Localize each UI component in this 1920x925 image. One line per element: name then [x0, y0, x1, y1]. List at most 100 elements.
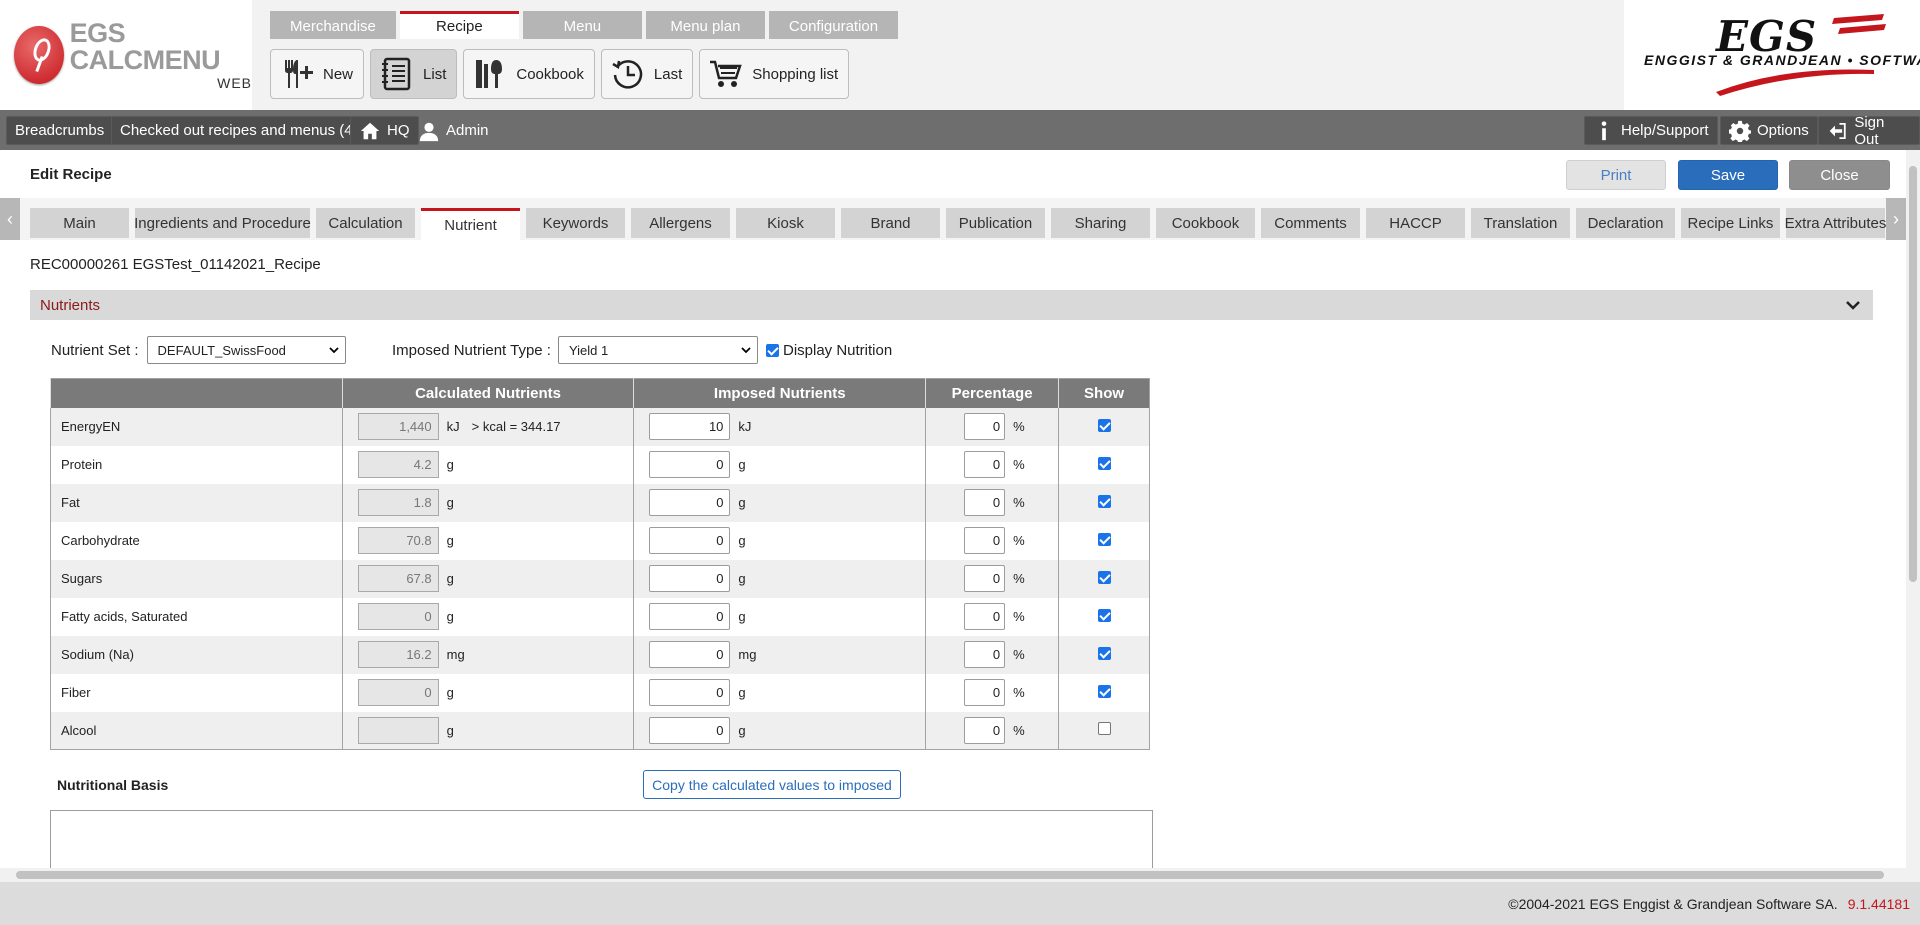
percentage-input[interactable]: 0: [964, 451, 1006, 478]
new-button[interactable]: New: [270, 49, 365, 99]
imposed-value-input[interactable]: 10: [649, 413, 731, 440]
percentage-unit: %: [1013, 647, 1025, 662]
close-button[interactable]: Close: [1789, 160, 1890, 190]
tab-brand[interactable]: Brand: [841, 208, 940, 238]
logo-sub-text: WEB: [217, 75, 252, 91]
tab-main[interactable]: Main: [30, 208, 129, 238]
nutrient-name: EnergyEN: [61, 419, 121, 434]
tab-declaration[interactable]: Declaration: [1576, 208, 1675, 238]
show-checkbox[interactable]: [1097, 532, 1111, 546]
show-checkbox[interactable]: [1097, 456, 1111, 470]
tab-translation[interactable]: Translation: [1471, 208, 1570, 238]
tab-nutrient[interactable]: Nutrient: [421, 208, 520, 240]
tab-kiosk[interactable]: Kiosk: [736, 208, 835, 238]
tab-sharing[interactable]: Sharing: [1051, 208, 1150, 238]
tab-comments[interactable]: Comments: [1261, 208, 1360, 238]
imposed-cell: 0g: [633, 445, 926, 484]
imposed-value-input[interactable]: 0: [649, 527, 731, 554]
tab-merchandise[interactable]: Merchandise: [270, 11, 396, 39]
tab-keywords[interactable]: Keywords: [526, 208, 625, 238]
options-button[interactable]: Options: [1720, 116, 1818, 145]
show-checkbox[interactable]: [1097, 570, 1111, 584]
percentage-input[interactable]: 0: [964, 603, 1006, 630]
horizontal-scroll-thumb[interactable]: [16, 871, 1884, 879]
tabs-scroll-left-icon[interactable]: ‹: [0, 198, 20, 240]
sign-out-button[interactable]: Sign Out: [1818, 114, 1920, 148]
imposed-value-input[interactable]: 0: [649, 565, 731, 592]
show-checkbox[interactable]: [1097, 494, 1111, 508]
percentage-unit: %: [1013, 419, 1025, 434]
imposed-unit: g: [738, 571, 746, 586]
nutrient-name-cell: Sugars: [50, 559, 343, 598]
cookbook-button[interactable]: Cookbook: [463, 49, 595, 99]
imposed-value-input[interactable]: 0: [649, 489, 731, 516]
percentage-input[interactable]: 0: [964, 413, 1006, 440]
version-text: 9.1.44181: [1847, 895, 1910, 912]
display-nutrition-checkbox[interactable]: [765, 343, 779, 357]
show-checkbox[interactable]: [1097, 722, 1111, 736]
vertical-scroll-thumb[interactable]: [1909, 166, 1917, 582]
imposed-value-input[interactable]: 0: [649, 716, 731, 744]
tabs-scroll-right-icon[interactable]: ›: [1886, 198, 1906, 240]
tab-extra-attributes[interactable]: Extra Attributes: [1785, 208, 1886, 238]
horizontal-scrollbar[interactable]: [0, 868, 1906, 882]
imposed-value-input[interactable]: 0: [649, 641, 731, 668]
hq-button[interactable]: HQ: [350, 116, 419, 145]
tab-haccp[interactable]: HACCP: [1366, 208, 1465, 238]
percentage-input[interactable]: 0: [964, 527, 1006, 554]
nutrient-name: Carbohydrate: [61, 533, 140, 548]
show-checkbox[interactable]: [1097, 418, 1111, 432]
imposed-value-input[interactable]: 0: [649, 679, 731, 706]
help-support-button[interactable]: Help/Support: [1584, 116, 1718, 145]
tab-allergens[interactable]: Allergens: [631, 208, 730, 238]
home-icon: [360, 122, 380, 139]
chevron-down-icon[interactable]: [1845, 297, 1861, 313]
show-checkbox[interactable]: [1097, 684, 1111, 698]
tab-recipe[interactable]: Recipe: [399, 11, 519, 39]
percentage-cell: 0%: [925, 711, 1059, 750]
breadcrumbs-button[interactable]: Breadcrumbs: [6, 116, 114, 145]
calculated-unit: g: [446, 457, 454, 472]
nutrient-set-select[interactable]: DEFAULT_SwissFood: [146, 336, 346, 364]
percentage-input[interactable]: 0: [964, 679, 1006, 706]
percentage-input[interactable]: 0: [964, 565, 1006, 592]
nutrients-section-title: Nutrients: [40, 296, 101, 314]
vertical-scrollbar[interactable]: [1906, 150, 1920, 882]
tab-recipe-links[interactable]: Recipe Links: [1681, 208, 1780, 238]
nutrients-section-header[interactable]: Nutrients: [30, 290, 1873, 320]
tab-calculation[interactable]: Calculation: [316, 208, 415, 238]
tab-menu[interactable]: Menu: [522, 11, 642, 39]
show-checkbox[interactable]: [1097, 608, 1111, 622]
checked-out-button[interactable]: Checked out recipes and menus (4): [111, 116, 367, 145]
tab-configuration[interactable]: Configuration: [768, 11, 899, 39]
user-icon: [419, 122, 439, 141]
nutrient-set-row: Nutrient Set : DEFAULT_SwissFood: [51, 336, 346, 364]
save-button[interactable]: Save: [1678, 160, 1778, 190]
list-button[interactable]: List: [370, 49, 458, 99]
percentage-input[interactable]: 0: [964, 716, 1006, 744]
imposed-type-select[interactable]: Yield 1: [557, 336, 758, 364]
egs-brand-subtitle: ENGGIST & GRANDJEAN • SOFTWARE: [1644, 52, 1920, 68]
percentage-unit: %: [1013, 495, 1025, 510]
nutrient-set-label: Nutrient Set :: [51, 341, 139, 359]
calcmenu-logo[interactable]: EGS CALCMENU WEB: [0, 0, 252, 110]
tab-menu-plan[interactable]: Menu plan: [645, 11, 765, 39]
show-checkbox[interactable]: [1097, 646, 1111, 660]
percentage-input[interactable]: 0: [964, 489, 1006, 516]
percentage-input[interactable]: 0: [964, 641, 1006, 668]
last-button[interactable]: Last: [600, 49, 694, 99]
tab-ingredients-procedure[interactable]: Ingredients and Procedure: [134, 208, 311, 238]
imposed-value-input[interactable]: 0: [649, 451, 731, 478]
print-button[interactable]: Print: [1566, 160, 1666, 190]
nutritional-basis-textarea[interactable]: [50, 810, 1153, 870]
tab-publication[interactable]: Publication: [946, 208, 1045, 238]
imposed-cell: 0g: [633, 673, 926, 712]
admin-user[interactable]: Admin: [418, 116, 489, 145]
copy-calculated-button[interactable]: Copy the calculated values to imposed: [643, 770, 901, 799]
tab-cookbook[interactable]: Cookbook: [1156, 208, 1255, 238]
cookbook-label: Cookbook: [516, 65, 584, 83]
shopping-list-button[interactable]: Shopping list: [699, 49, 850, 99]
imposed-value-input[interactable]: 0: [649, 603, 731, 630]
history-icon: [612, 60, 643, 89]
egs-brand-logo: EGS ENGGIST & GRANDJEAN • SOFTWARE: [1624, 0, 1920, 110]
